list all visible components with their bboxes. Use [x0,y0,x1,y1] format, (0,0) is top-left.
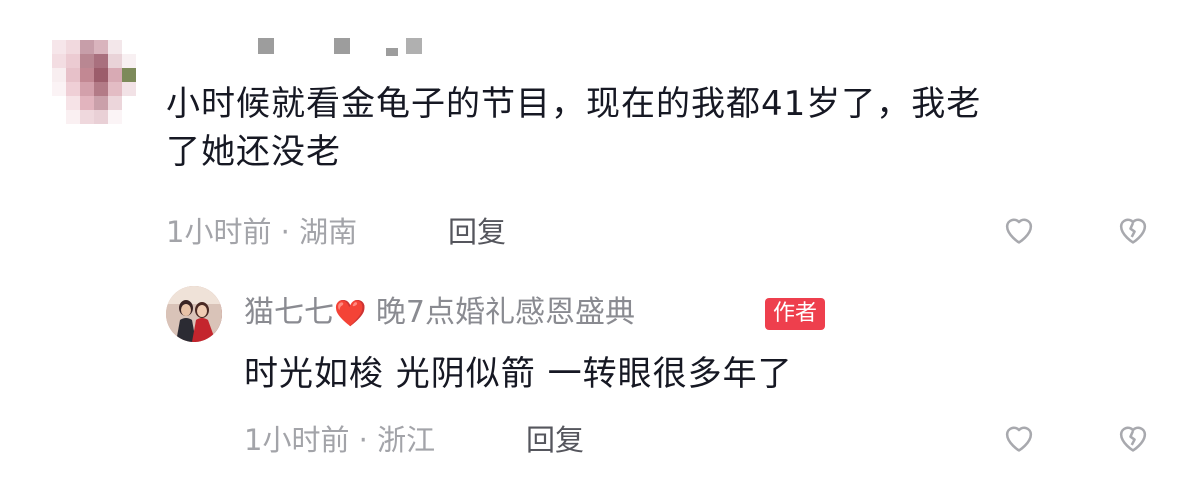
author-username[interactable]: 猫七七❤️ 晚7点婚礼感恩盛典 [244,292,635,335]
comment-text: 小时候就看金龟子的节目，现在的我都41岁了，我老 了她还没老 [166,80,1176,176]
author-tagline: 晚7点婚礼感恩盛典 [375,295,636,330]
author-name[interactable]: 猫七七 [244,295,334,330]
avatar-pixelated[interactable] [52,40,136,124]
reply-text: 时光如梭 光阴似箭 一转眼很多年了 [244,354,793,394]
like-heart-icon[interactable] [1000,418,1038,456]
dislike-broken-heart-icon[interactable] [1114,210,1152,248]
reply-meta: 1小时前 · 浙江 [244,423,436,457]
author-badge: 作者 [765,298,826,330]
comment-text-line1: 小时候就看金龟子的节目，现在的我都41岁了，我老 [166,84,982,124]
like-heart-icon[interactable] [1000,210,1038,248]
username-pixelated[interactable] [258,36,428,58]
comment-meta: 1小时前 · 湖南 [166,215,358,249]
dislike-broken-heart-icon[interactable] [1114,418,1152,456]
red-heart-icon: ❤️ [334,299,367,329]
comment-text-line2: 了她还没老 [166,132,341,172]
author-avatar[interactable] [166,286,222,342]
reply-button[interactable]: 回复 [448,212,506,252]
reply-reply-button[interactable]: 回复 [526,420,584,460]
